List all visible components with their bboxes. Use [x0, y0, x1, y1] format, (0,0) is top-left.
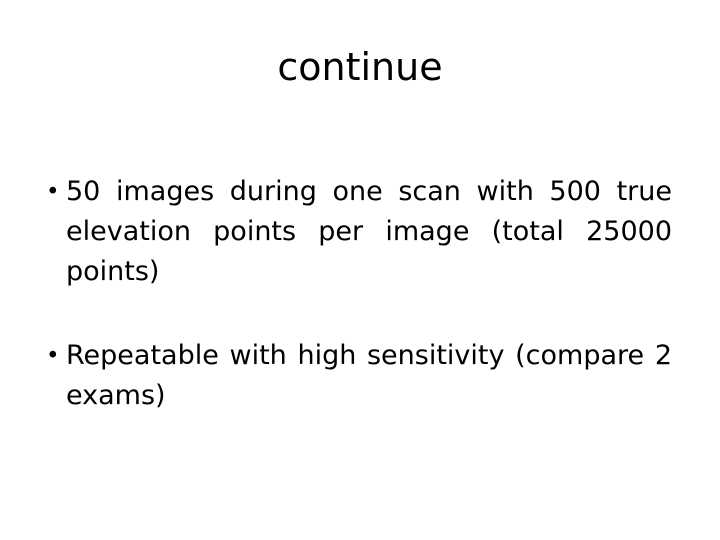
list-item-text: 50 images during one scan with 500 true … — [66, 176, 672, 287]
list-item-text: Repeatable with high sensitivity (compar… — [66, 340, 672, 411]
bullet-list: • 50 images during one scan with 500 tru… — [40, 172, 672, 456]
slide-canvas: continue • 50 images during one scan wit… — [0, 0, 720, 540]
bullet-icon: • — [46, 179, 60, 205]
page-title: continue — [277, 45, 443, 89]
bullet-icon: • — [46, 343, 60, 369]
list-item: • Repeatable with high sensitivity (comp… — [40, 336, 672, 456]
list-item: • 50 images during one scan with 500 tru… — [40, 172, 672, 332]
